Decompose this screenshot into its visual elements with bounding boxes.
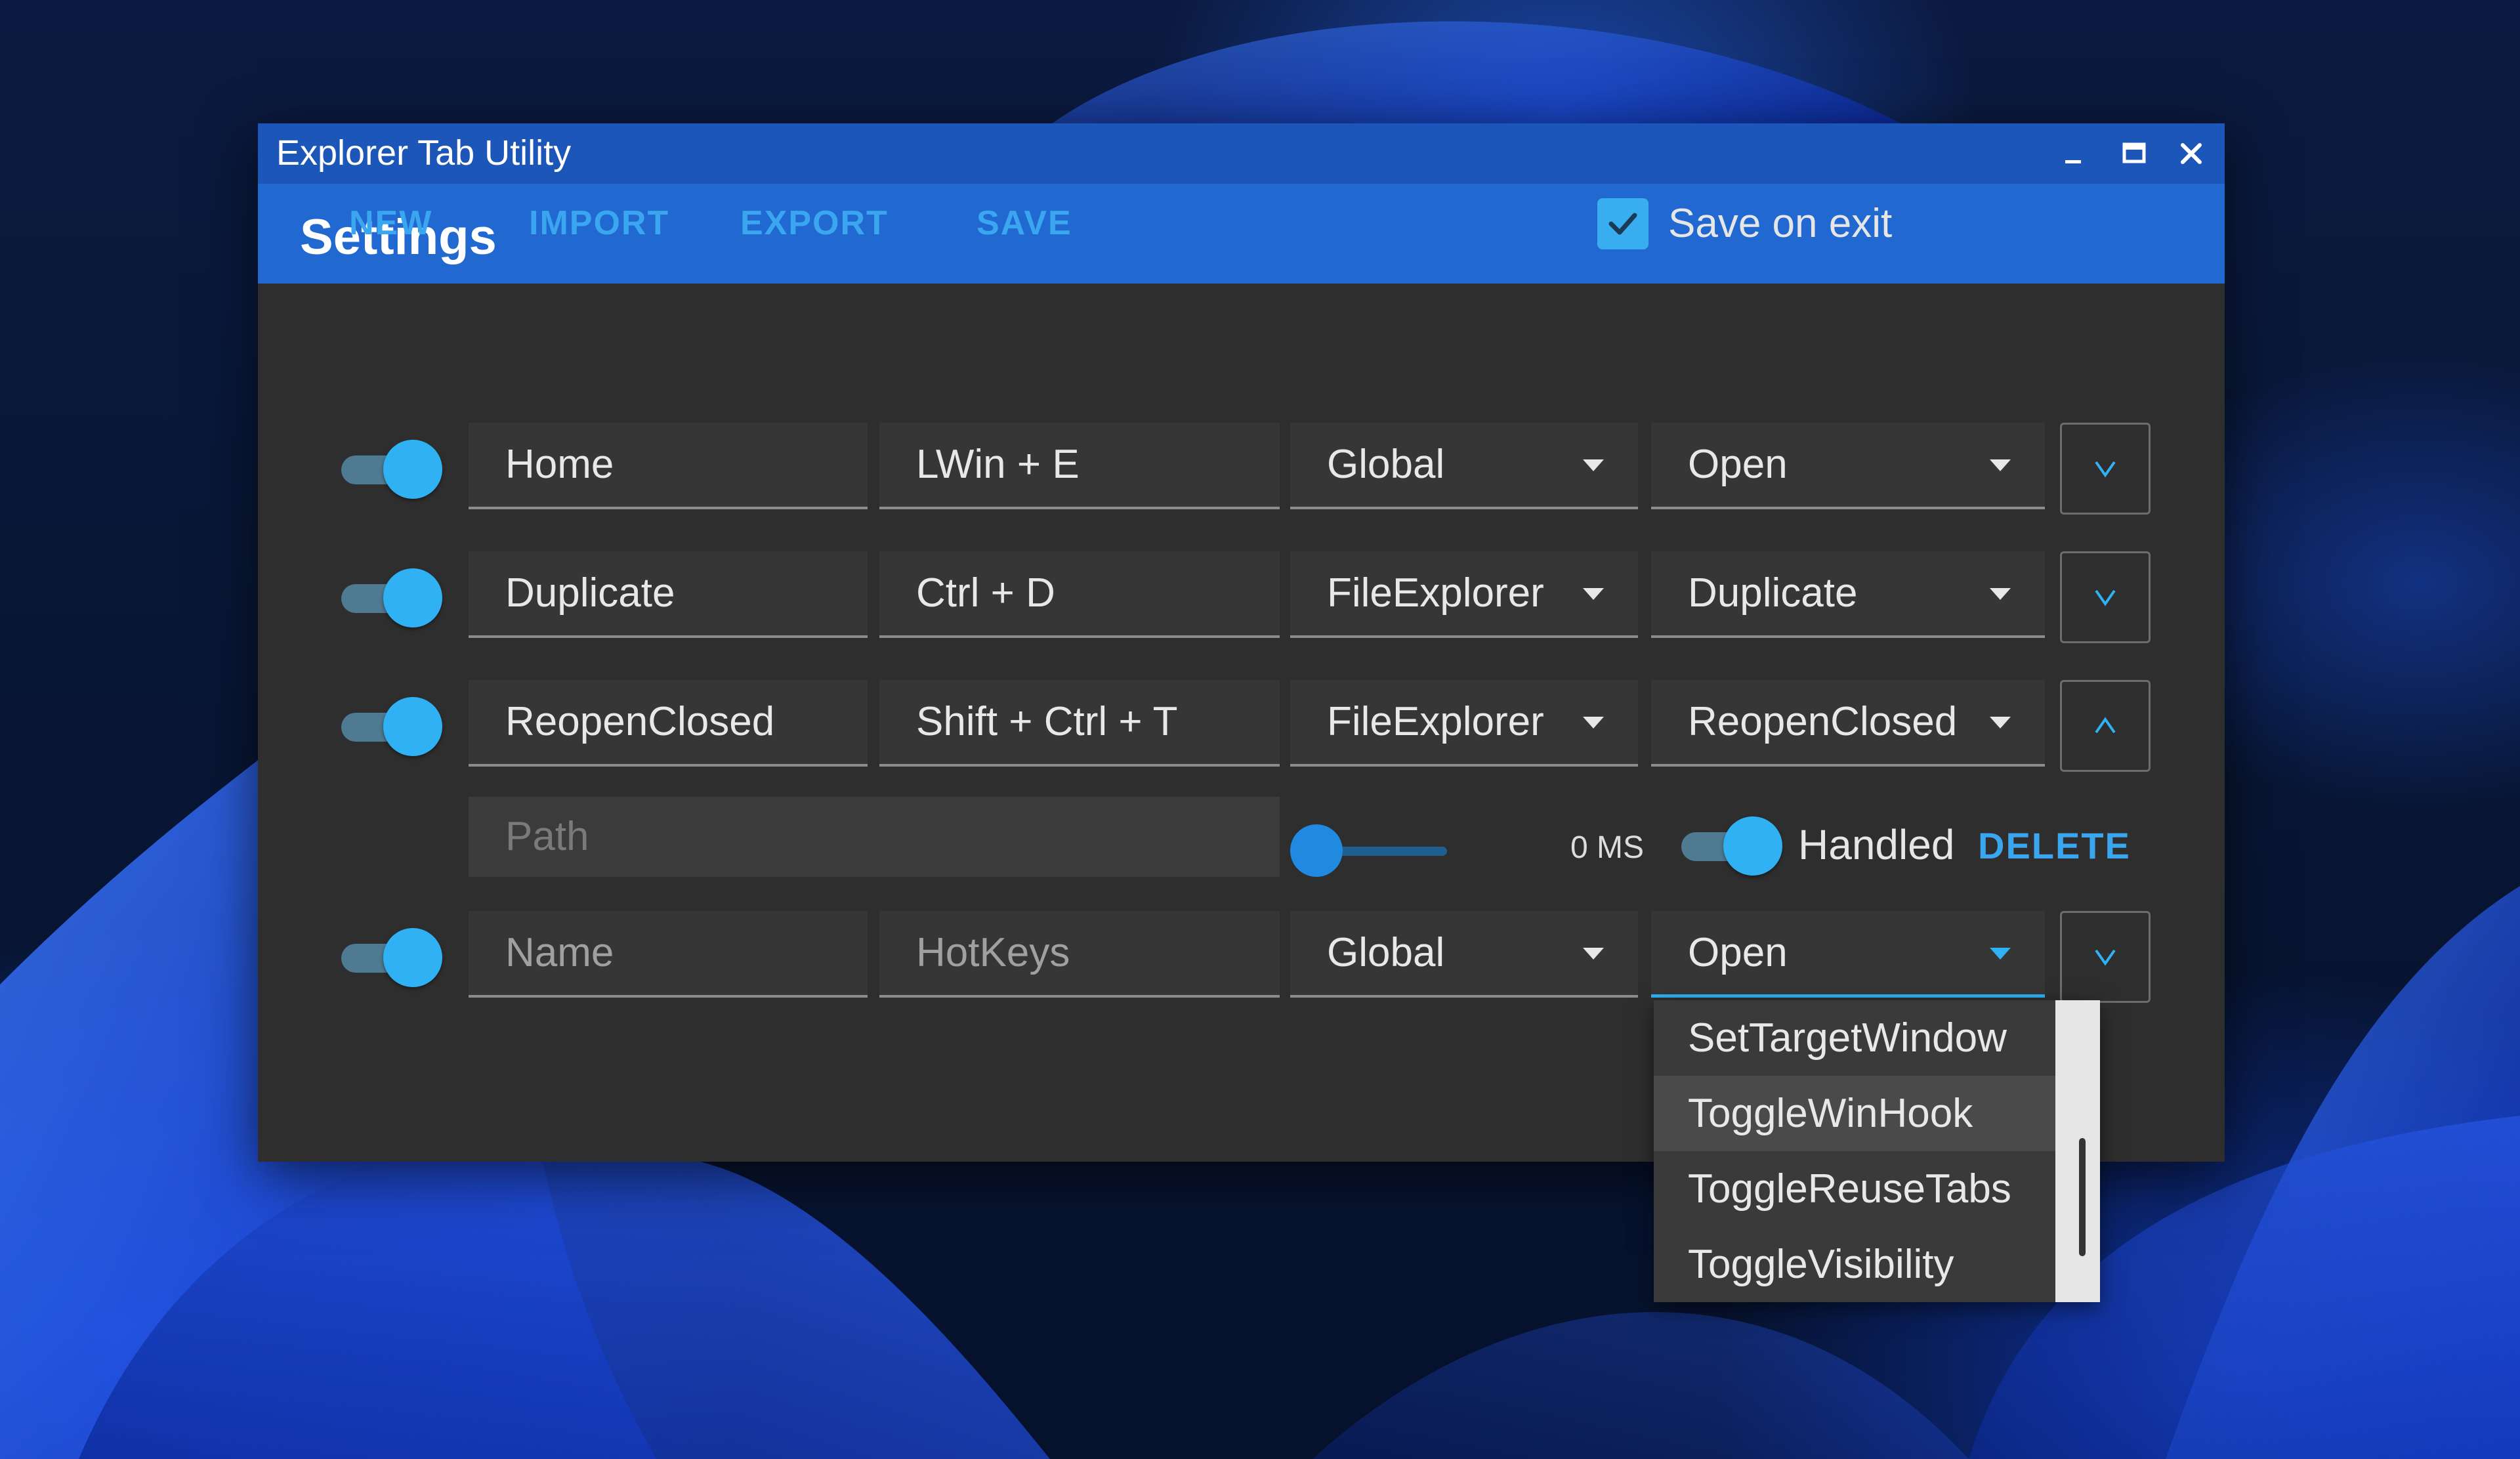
minimize-button[interactable] <box>2043 123 2103 184</box>
scope-value: FileExplorer <box>1327 570 1544 616</box>
expand-row-button[interactable] <box>2060 911 2151 1003</box>
export-button[interactable]: EXPORT <box>740 203 889 243</box>
path-input[interactable]: Path <box>469 797 1280 877</box>
hotkeys-field[interactable]: LWin + E <box>879 423 1280 509</box>
delay-slider-handle[interactable] <box>1290 824 1343 877</box>
import-button[interactable]: IMPORT <box>529 203 669 243</box>
save-on-exit-checkbox[interactable] <box>1597 198 1648 249</box>
scope-value: Global <box>1327 930 1445 975</box>
shortcut-name-field[interactable]: Home <box>469 423 868 509</box>
dropdown-arrow-icon <box>1583 717 1604 729</box>
dropdown-option[interactable]: ToggleVisibility <box>1654 1227 2055 1302</box>
action-select[interactable]: ReopenClosed <box>1651 680 2045 767</box>
dropdown-arrow-icon <box>1583 588 1604 600</box>
action-select[interactable]: Open <box>1651 423 2045 509</box>
action-value: Duplicate <box>1688 570 1858 616</box>
new-button[interactable]: NEW <box>349 203 432 243</box>
minimize-icon <box>2065 160 2081 163</box>
row-enabled-toggle[interactable] <box>335 690 446 756</box>
shortcut-name-field[interactable]: Name <box>469 911 868 998</box>
row-enabled-toggle[interactable] <box>335 562 446 627</box>
action-dropdown-list[interactable]: SetTargetWindow ToggleWinHook ToggleReus… <box>1654 1000 2100 1302</box>
shortcut-name-field[interactable]: Duplicate <box>469 551 868 638</box>
chevron-down-icon <box>2095 589 2116 606</box>
action-value: Open <box>1688 930 1788 975</box>
save-button[interactable]: SAVE <box>976 203 1072 243</box>
handled-toggle[interactable] <box>1675 810 1786 876</box>
shortcut-name-field[interactable]: ReopenClosed <box>469 680 868 767</box>
expand-row-button[interactable] <box>2060 551 2151 643</box>
expand-row-button[interactable] <box>2060 423 2151 515</box>
hotkeys-field[interactable]: Ctrl + D <box>879 551 1280 638</box>
dropdown-option[interactable]: ToggleWinHook <box>1654 1076 2055 1151</box>
hotkeys-field[interactable]: HotKeys <box>879 911 1280 998</box>
dropdown-arrow-icon <box>1583 459 1604 471</box>
scope-value: FileExplorer <box>1327 699 1544 744</box>
dropdown-arrow-icon <box>1990 717 2011 729</box>
maximize-icon <box>2122 142 2146 163</box>
close-icon <box>2181 143 2202 164</box>
scope-select[interactable]: Global <box>1290 911 1638 998</box>
dropdown-arrow-icon <box>1583 948 1604 960</box>
title-bar: Explorer Tab Utility <box>258 123 2225 184</box>
action-value: Open <box>1688 442 1788 487</box>
collapse-row-button[interactable] <box>2060 680 2151 772</box>
chevron-up-icon <box>2095 717 2116 734</box>
handled-label: Handled <box>1798 821 1955 868</box>
action-select[interactable]: Duplicate <box>1651 551 2045 638</box>
dropdown-arrow-icon <box>1990 459 2011 471</box>
close-button[interactable] <box>2161 123 2221 184</box>
hotkeys-field[interactable]: Shift + Ctrl + T <box>879 680 1280 767</box>
delete-button[interactable]: DELETE <box>1978 824 2131 867</box>
scope-value: Global <box>1327 442 1445 487</box>
dropdown-scrollbar[interactable] <box>2055 1000 2100 1302</box>
row-enabled-toggle[interactable] <box>335 433 446 499</box>
action-value: ReopenClosed <box>1688 699 1958 744</box>
scrollbar-thumb[interactable] <box>2079 1138 2086 1256</box>
scope-select[interactable]: FileExplorer <box>1290 680 1638 767</box>
chevron-down-icon <box>2095 461 2116 478</box>
maximize-button[interactable] <box>2104 123 2164 184</box>
dropdown-arrow-icon <box>1990 948 2011 960</box>
dropdown-option[interactable]: ToggleReuseTabs <box>1654 1151 2055 1227</box>
dropdown-option[interactable]: SetTargetWindow <box>1654 1000 2055 1076</box>
save-on-exit-label: Save on exit <box>1668 201 1893 246</box>
chevron-down-icon <box>2095 949 2116 966</box>
row-enabled-toggle[interactable] <box>335 921 446 987</box>
delay-value-label: 0 MS <box>1570 830 1645 865</box>
scope-select[interactable]: FileExplorer <box>1290 551 1638 638</box>
window-title: Explorer Tab Utility <box>276 133 572 173</box>
dropdown-arrow-icon <box>1990 588 2011 600</box>
action-select[interactable]: Open <box>1651 911 2045 998</box>
scope-select[interactable]: Global <box>1290 423 1638 509</box>
checkmark-icon <box>1608 213 1637 235</box>
